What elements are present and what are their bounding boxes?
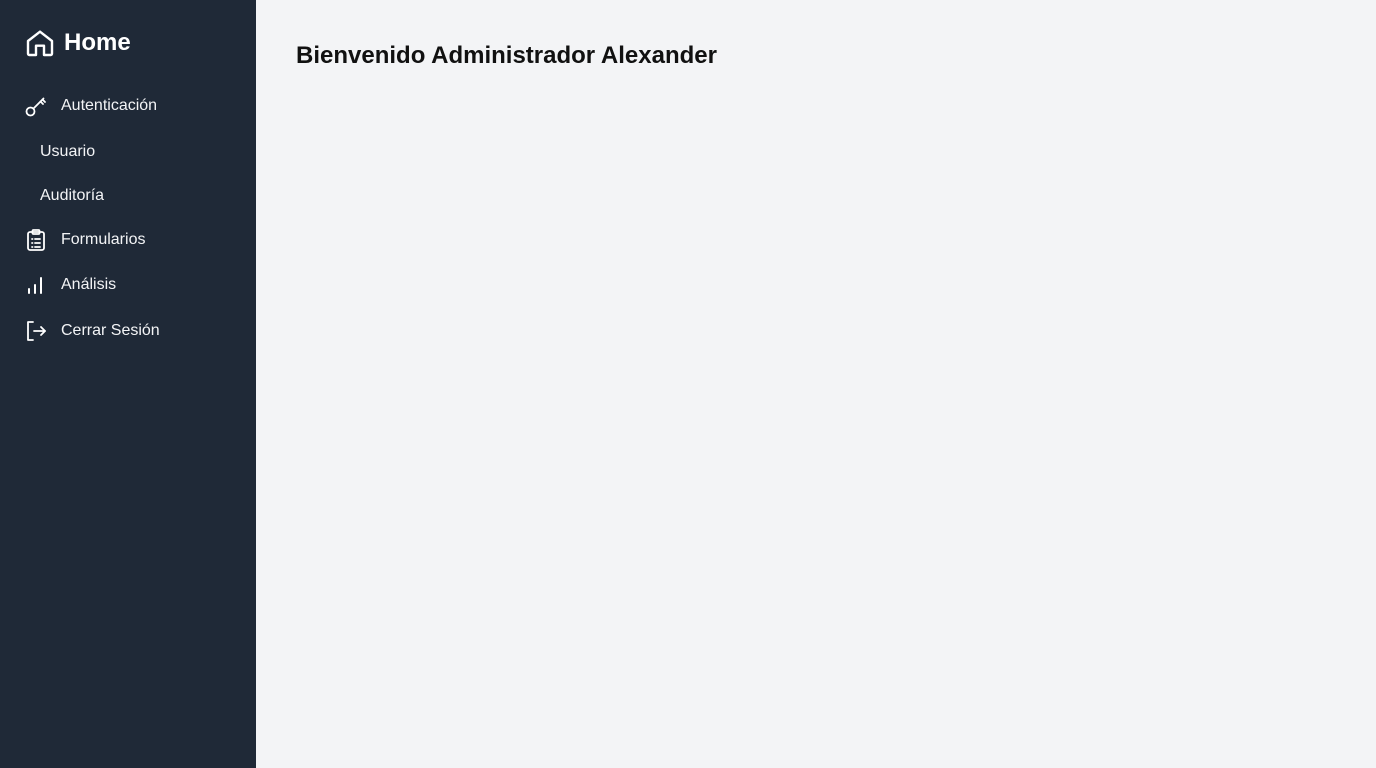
app-root: Home Autenticación Usuario Auditoría For… xyxy=(0,0,1376,768)
home-icon xyxy=(24,27,56,59)
logout-icon xyxy=(24,319,48,343)
sidebar-subitem-auditoria[interactable]: Auditoría xyxy=(40,184,104,208)
sidebar-item-label: Autenticación xyxy=(61,97,158,114)
home-label: Home xyxy=(64,29,131,56)
clipboard-list-icon xyxy=(24,228,48,252)
sidebar-item-label: Análisis xyxy=(61,276,117,293)
sidebar: Home Autenticación Usuario Auditoría For… xyxy=(0,0,256,768)
key-icon xyxy=(24,94,48,118)
sidebar-item-analisis[interactable]: Análisis xyxy=(24,273,116,297)
page-title: Bienvenido Administrador Alexander xyxy=(296,42,717,69)
home-link[interactable]: Home xyxy=(24,27,131,59)
bar-chart-icon xyxy=(24,273,48,297)
sidebar-item-formularios[interactable]: Formularios xyxy=(24,228,145,252)
sidebar-item-cerrar-sesion[interactable]: Cerrar Sesión xyxy=(24,319,160,343)
main-content: Bienvenido Administrador Alexander xyxy=(256,0,1376,768)
sidebar-item-label: Cerrar Sesión xyxy=(61,322,160,339)
sidebar-item-autenticacion[interactable]: Autenticación xyxy=(24,94,157,118)
sidebar-subitem-usuario[interactable]: Usuario xyxy=(40,140,95,164)
sidebar-item-label: Formularios xyxy=(61,231,146,248)
